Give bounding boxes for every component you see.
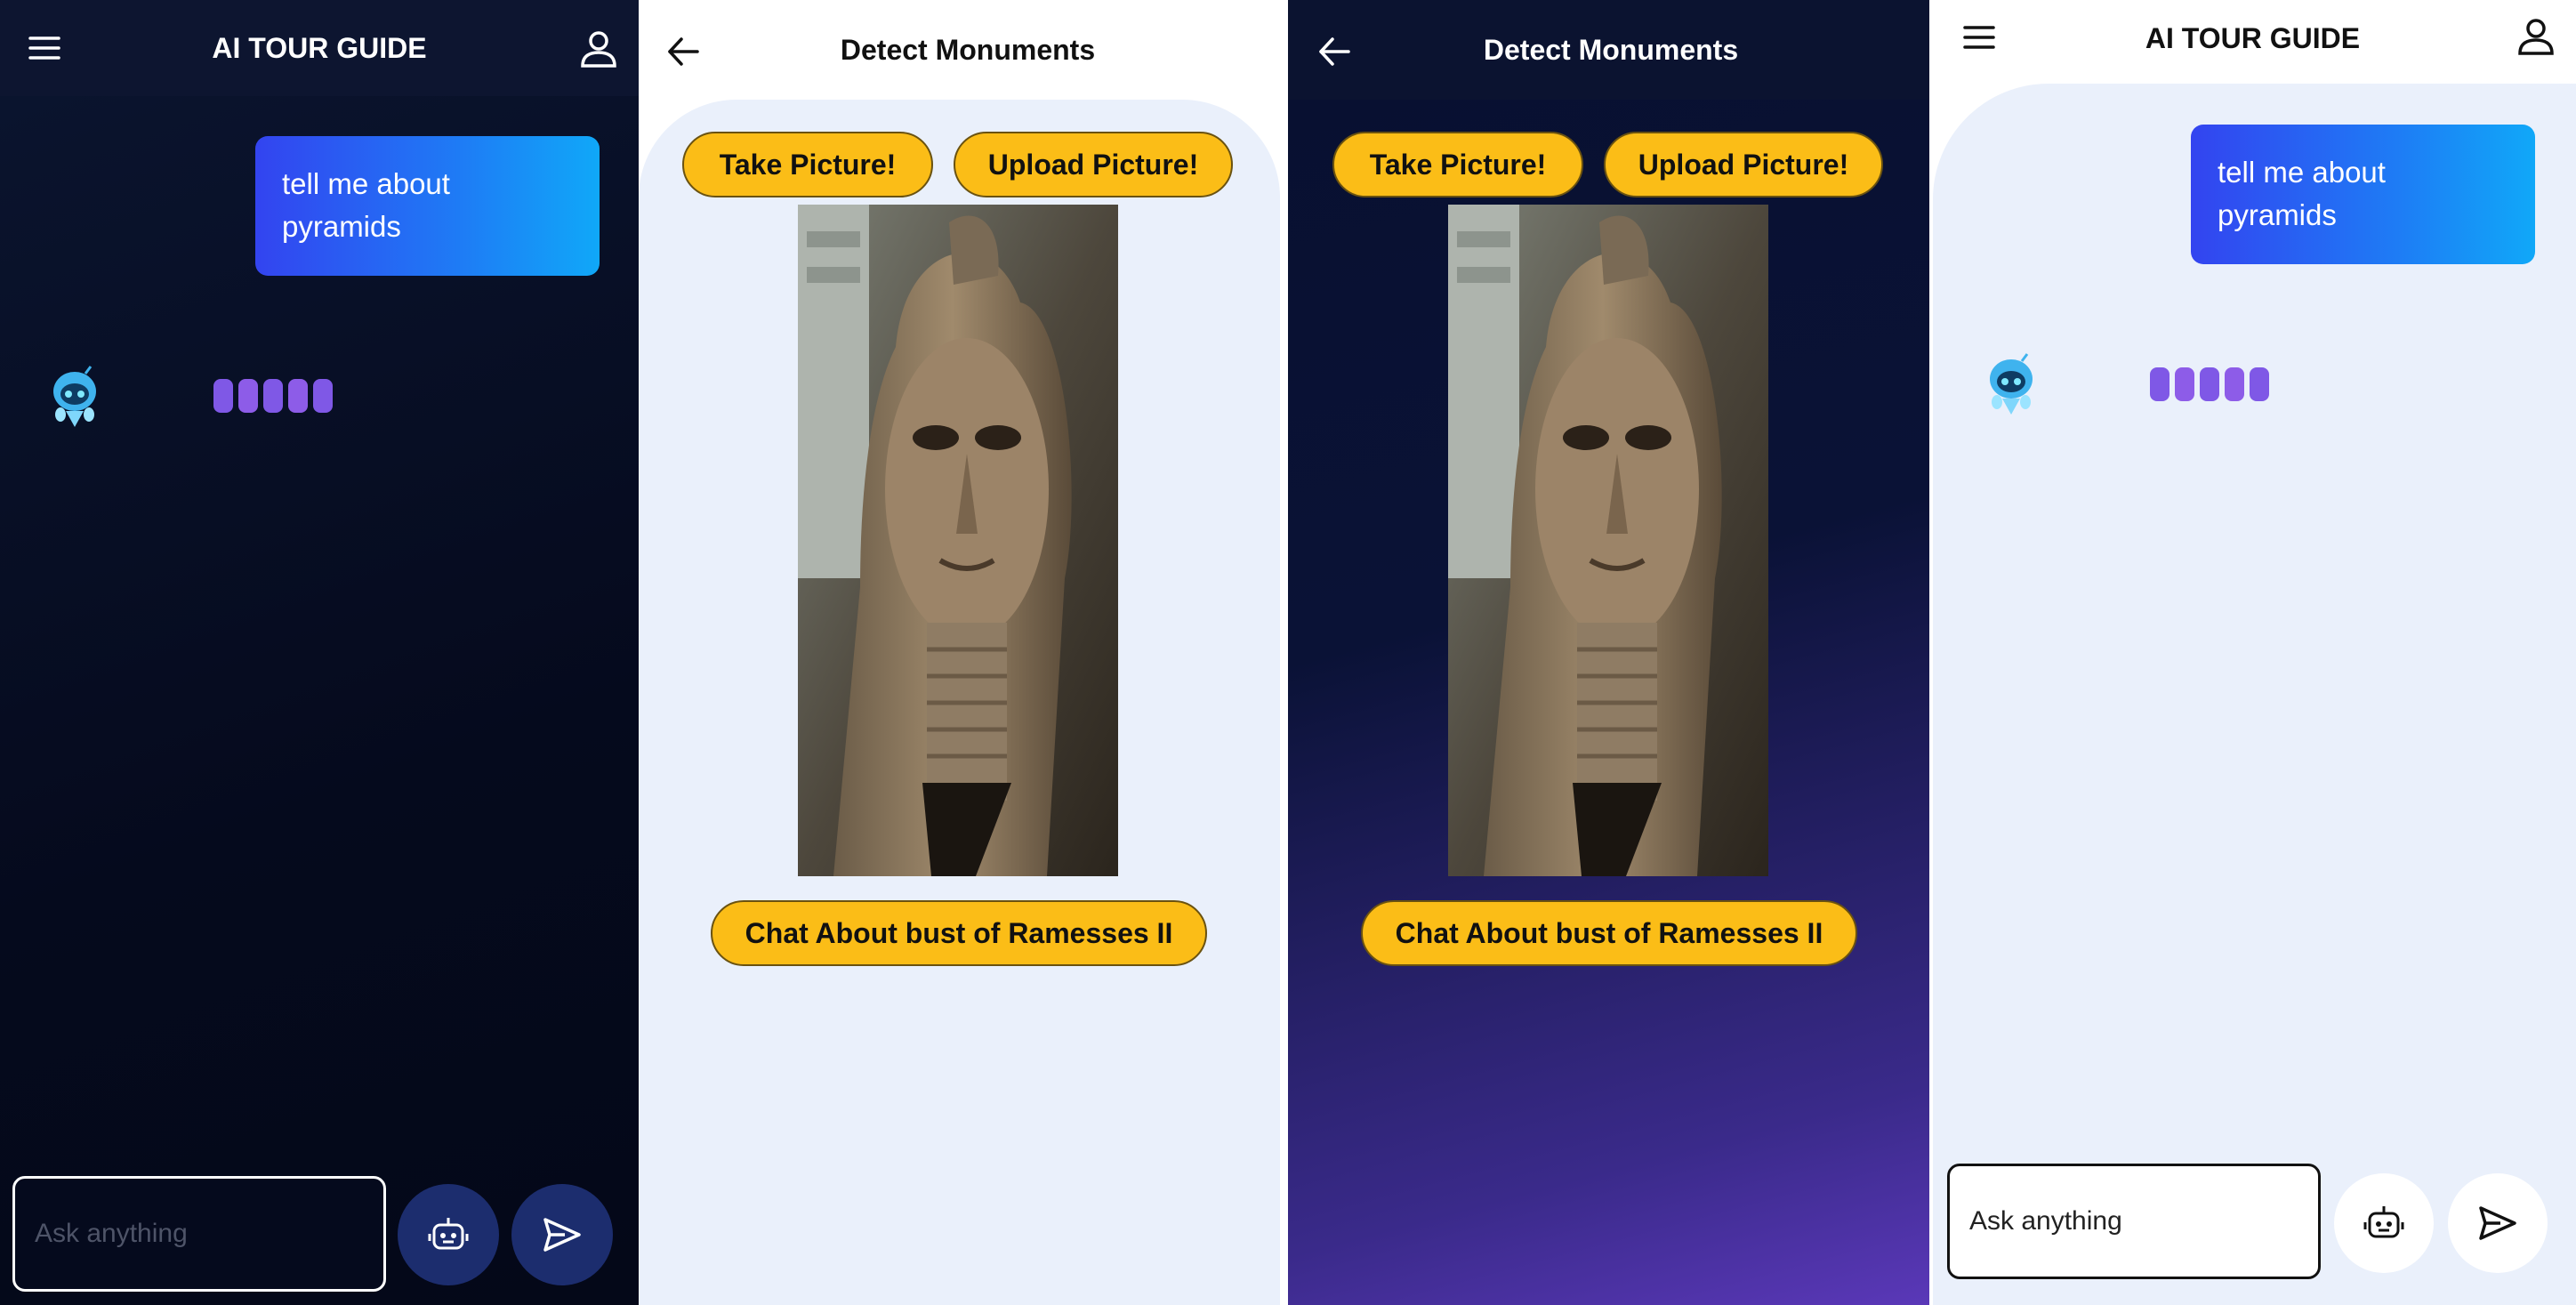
- robot-avatar-icon: [1983, 352, 2040, 416]
- detect-header: Detect Monuments: [1288, 0, 1929, 100]
- chat-input[interactable]: Ask anything: [1947, 1164, 2321, 1279]
- chat-screen-light: AI TOUR GUIDE tell me about pyramids Ask…: [1929, 0, 2576, 1305]
- user-message-text: tell me about pyramids: [2218, 156, 2386, 231]
- chat-input-placeholder: Ask anything: [1969, 1206, 2122, 1236]
- typing-indicator: [213, 379, 333, 413]
- chat-input-placeholder: Ask anything: [35, 1219, 188, 1248]
- robot-icon: [2363, 1206, 2404, 1238]
- user-icon[interactable]: [578, 28, 619, 69]
- robot-avatar-icon: [46, 365, 103, 429]
- app-header: AI TOUR GUIDE: [0, 0, 639, 96]
- user-message-text: tell me about pyramids: [282, 167, 450, 243]
- detect-title: Detect Monuments: [840, 33, 1096, 66]
- take-picture-button[interactable]: Take Picture!: [1332, 132, 1583, 197]
- upload-picture-button[interactable]: Upload Picture!: [1604, 132, 1883, 197]
- detect-screen-dark: Detect Monuments Take Picture! Upload Pi…: [1288, 0, 1929, 1305]
- detect-screen-light: Detect Monuments Take Picture! Upload Pi…: [639, 0, 1288, 1305]
- app-header: AI TOUR GUIDE: [1929, 0, 2576, 77]
- upload-picture-button[interactable]: Upload Picture!: [954, 132, 1233, 197]
- monument-photo: [798, 205, 1118, 876]
- detect-title: Detect Monuments: [1483, 33, 1739, 66]
- send-button[interactable]: [2448, 1173, 2548, 1273]
- bot-mode-button[interactable]: [398, 1184, 499, 1285]
- send-icon: [543, 1218, 581, 1252]
- app-title: AI TOUR GUIDE: [212, 31, 427, 64]
- chat-about-monument-button[interactable]: Chat About bust of Ramesses II: [711, 900, 1207, 966]
- arrow-left-icon[interactable]: [1316, 34, 1352, 69]
- menu-icon[interactable]: [1961, 20, 1997, 55]
- send-button[interactable]: [511, 1184, 613, 1285]
- user-icon[interactable]: [2516, 16, 2556, 57]
- monument-photo: [1448, 205, 1768, 876]
- typing-indicator: [2150, 367, 2269, 401]
- robot-icon: [428, 1218, 469, 1250]
- detect-header: Detect Monuments: [639, 0, 1288, 100]
- user-message-bubble: tell me about pyramids: [2191, 125, 2535, 264]
- bot-mode-button[interactable]: [2334, 1173, 2434, 1273]
- chat-area: [1933, 84, 2576, 1305]
- chat-screen-dark: AI TOUR GUIDE tell me about pyramids Ask…: [0, 0, 639, 1305]
- user-message-bubble: tell me about pyramids: [255, 136, 600, 276]
- send-icon: [2479, 1206, 2516, 1240]
- menu-icon[interactable]: [27, 30, 62, 66]
- arrow-left-icon[interactable]: [665, 34, 701, 69]
- chat-about-monument-button[interactable]: Chat About bust of Ramesses II: [1361, 900, 1857, 966]
- chat-input[interactable]: Ask anything: [12, 1176, 386, 1292]
- take-picture-button[interactable]: Take Picture!: [682, 132, 933, 197]
- app-title: AI TOUR GUIDE: [2145, 21, 2361, 54]
